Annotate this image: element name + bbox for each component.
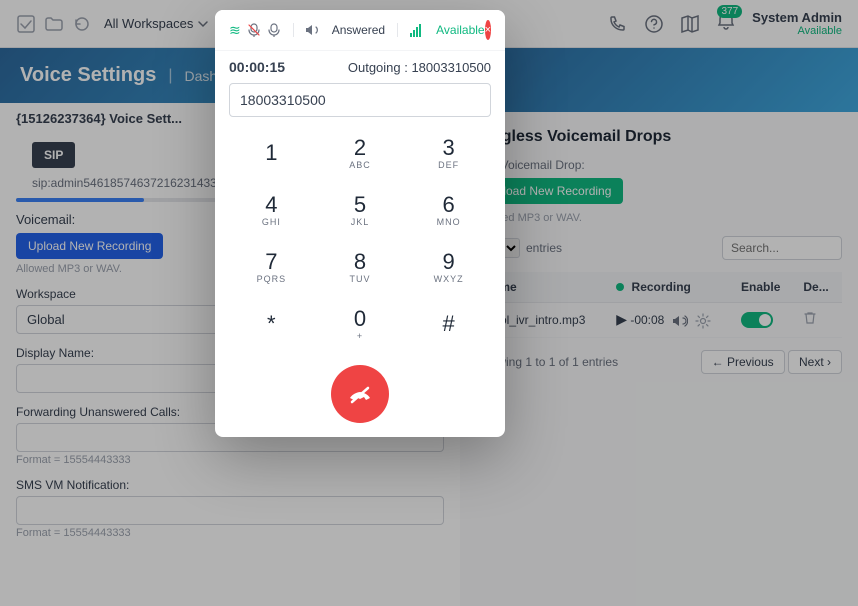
call-timer: 00:00:15	[229, 59, 285, 75]
dialer-icons: ≋	[229, 22, 281, 39]
answered-label: Answered	[332, 23, 385, 37]
dial-key-6[interactable]: 6MNO	[406, 184, 491, 237]
dial-key-8[interactable]: 8TUV	[318, 241, 403, 294]
dial-key-3[interactable]: 3DEF	[406, 127, 491, 180]
available-label: Available	[436, 23, 484, 37]
mic-icon[interactable]	[267, 23, 281, 37]
dial-key-0[interactable]: 0+	[318, 298, 403, 351]
wave-icon: ≋	[229, 22, 241, 39]
dial-key-5[interactable]: 5JKL	[318, 184, 403, 237]
signal-icon	[410, 23, 424, 37]
close-dialer-btn[interactable]: ×	[485, 20, 491, 40]
end-call-icon	[346, 380, 374, 408]
dialpad: 12ABC3DEF 4GHI5JKL6MNO 7PQRS8TUV9WXYZ *0+#	[215, 127, 505, 361]
outgoing-label: Outgoing : 18003310500	[348, 60, 491, 75]
call-info: 00:00:15 Outgoing : 18003310500	[215, 51, 505, 83]
dial-key-7[interactable]: 7PQRS	[229, 241, 314, 294]
dialer-header: ≋ Answered	[215, 10, 505, 51]
dialer-status-area: ≋ Answered	[229, 22, 485, 39]
dial-key-2[interactable]: 2ABC	[318, 127, 403, 180]
dial-input[interactable]	[229, 83, 491, 117]
dialer-modal: ≋ Answered	[215, 10, 505, 437]
mic-mute-icon[interactable]	[247, 23, 261, 37]
speaker-icon[interactable]	[306, 23, 320, 37]
end-call-area	[215, 361, 505, 437]
dial-key-*[interactable]: *	[229, 298, 314, 351]
dial-key-4[interactable]: 4GHI	[229, 184, 314, 237]
end-call-btn[interactable]	[331, 365, 389, 423]
dial-key-1[interactable]: 1	[229, 127, 314, 180]
dial-key-#[interactable]: #	[406, 298, 491, 351]
modal-overlay: ≋ Answered	[0, 0, 858, 606]
dial-key-9[interactable]: 9WXYZ	[406, 241, 491, 294]
